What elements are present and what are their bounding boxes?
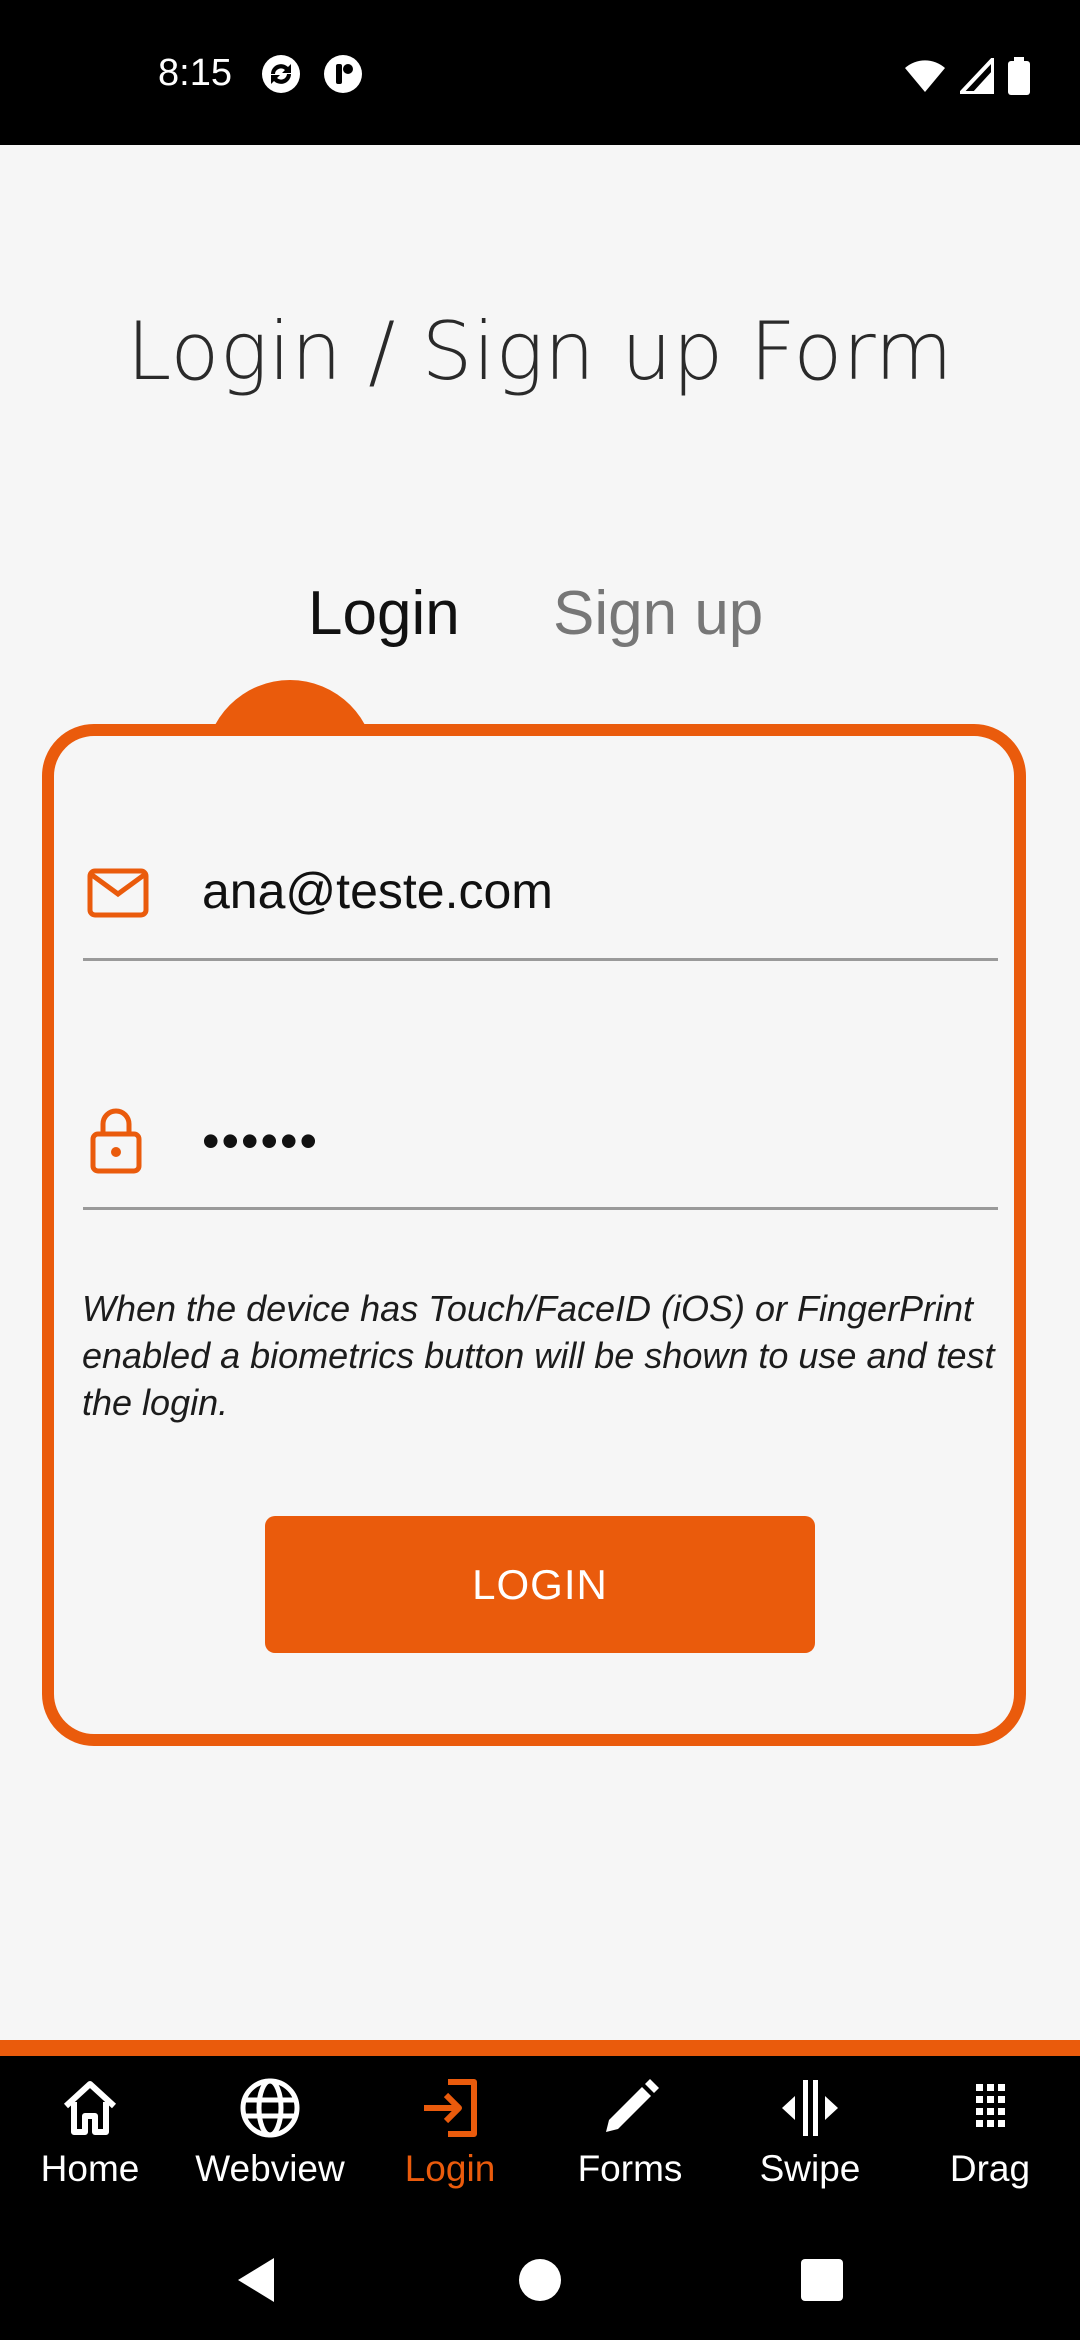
home-circle-icon[interactable]	[510, 2250, 570, 2310]
login-icon	[424, 2079, 477, 2137]
status-time: 8:15	[158, 52, 232, 94]
app-notification-icon	[324, 55, 362, 93]
nav-label-home: Home	[40, 2148, 140, 2189]
biometrics-hint: When the device has Touch/FaceID (iOS) o…	[82, 1288, 995, 1423]
mail-icon	[87, 868, 149, 918]
nav-label-drag: Drag	[949, 2148, 1031, 2189]
back-icon[interactable]	[228, 2250, 288, 2310]
tab-signup[interactable]: Sign up	[553, 578, 763, 649]
password-field-underline	[83, 1207, 998, 1210]
email-field-underline	[83, 958, 998, 961]
nav-item-forms[interactable]: Forms	[540, 2056, 720, 2210]
nav-item-webview[interactable]: Webview	[180, 2056, 360, 2210]
nav-label-forms: Forms	[577, 2148, 683, 2189]
grid-icon	[976, 2084, 1005, 2127]
nav-label-swipe: Swipe	[759, 2148, 861, 2189]
bottom-nav-accent	[0, 2040, 1080, 2056]
sync-app-icon	[262, 55, 300, 93]
tab-login[interactable]: Login	[308, 578, 460, 649]
login-button[interactable]: LOGIN	[265, 1516, 815, 1653]
status-bar: 8:15	[0, 0, 1080, 145]
wifi-icon	[905, 60, 945, 92]
battery-icon	[1008, 57, 1030, 95]
pencil-icon	[606, 2079, 659, 2132]
home-icon	[63, 2081, 117, 2135]
signal-icon	[960, 58, 994, 94]
password-field[interactable]: ••••••	[202, 1112, 319, 1170]
globe-icon	[240, 2078, 300, 2138]
nav-item-drag[interactable]: Drag	[900, 2056, 1080, 2210]
nav-item-login[interactable]: Login	[360, 2056, 540, 2210]
page-title: Login / Sign up Form	[126, 305, 954, 398]
swipe-icon	[782, 2080, 838, 2136]
system-nav-bar	[0, 2210, 1080, 2340]
lock-icon	[90, 1108, 142, 1174]
email-field[interactable]: ana@teste.com	[202, 862, 553, 920]
recents-icon[interactable]	[792, 2250, 852, 2310]
bottom-nav: Home Webview Login Forms Swipe Drag	[0, 2056, 1080, 2210]
nav-item-swipe[interactable]: Swipe	[720, 2056, 900, 2210]
screen: 8:15 Login / Sign up Form Login Sign up …	[0, 0, 1080, 2340]
nav-item-home[interactable]: Home	[0, 2056, 180, 2210]
nav-label-login: Login	[404, 2148, 496, 2189]
status-indicators	[904, 56, 1030, 96]
nav-label-webview: Webview	[195, 2148, 345, 2189]
